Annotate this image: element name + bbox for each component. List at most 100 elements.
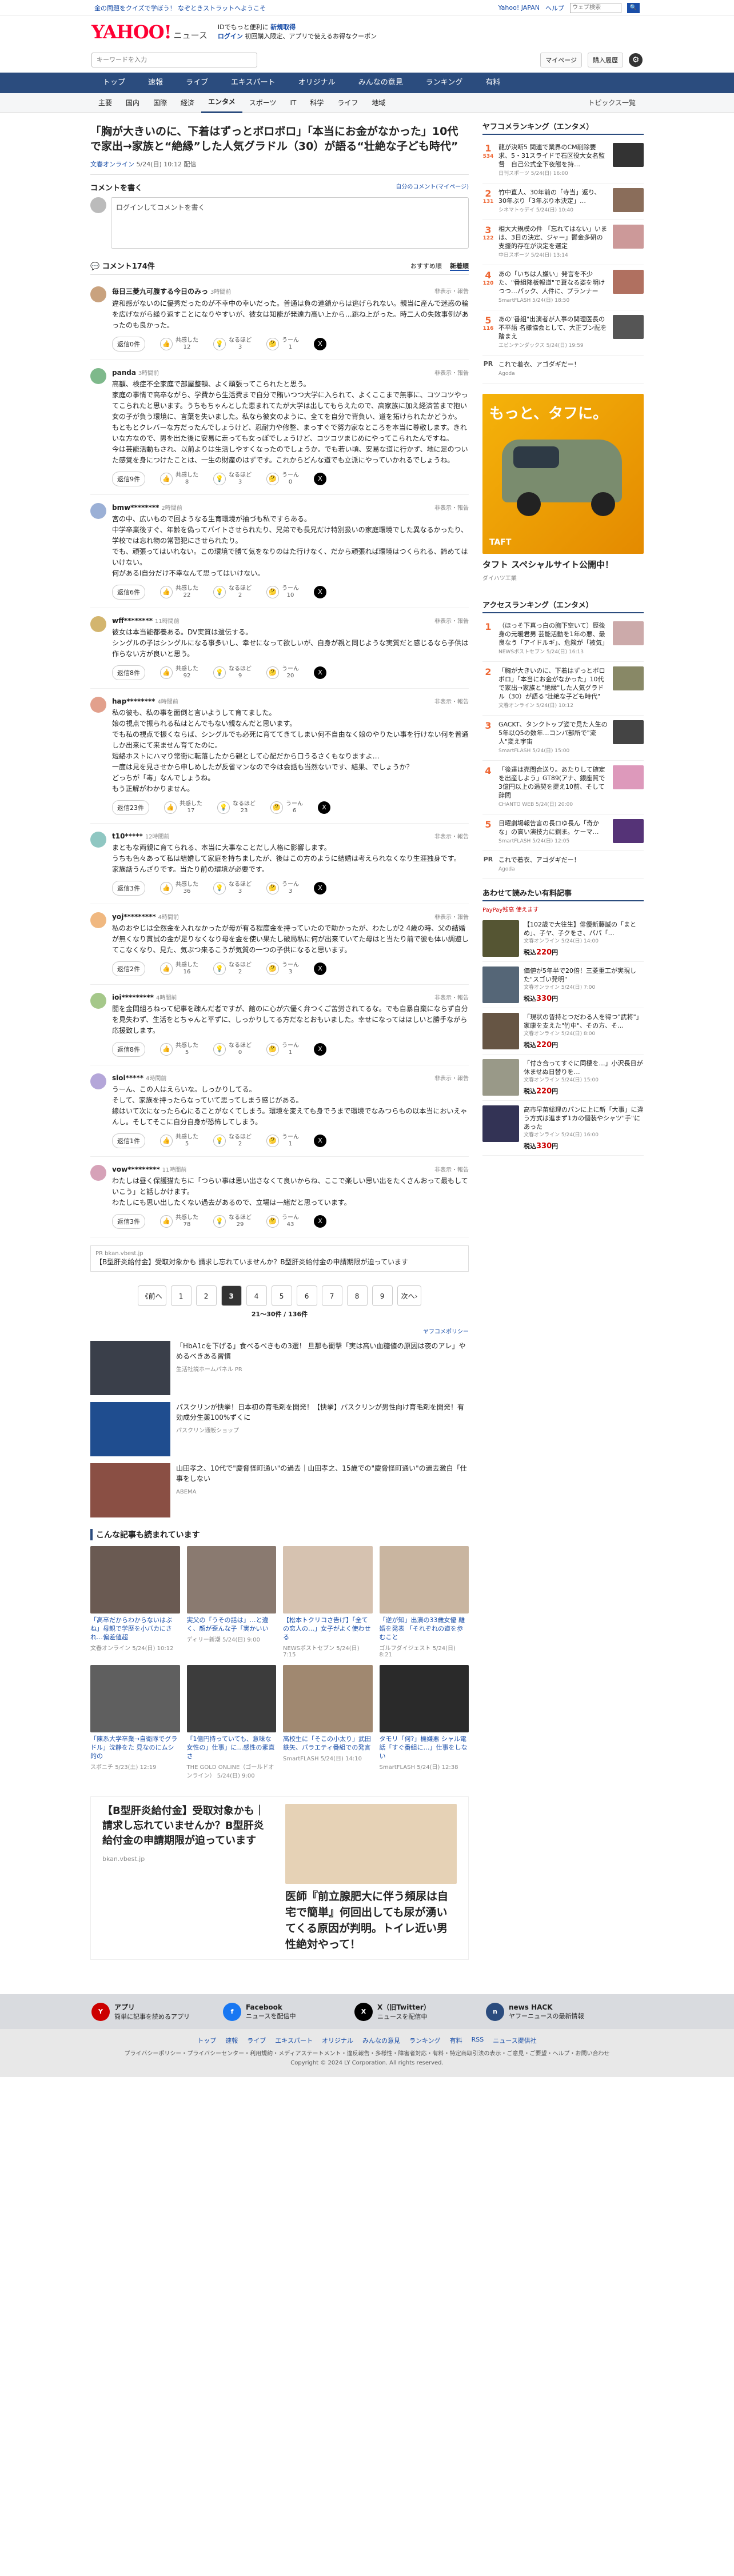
related-article-card[interactable]: 「1億円持っていても、意味な女性の」仕事」に…感性の素直さ THE GOLD ON… [186,1665,276,1779]
reply-button[interactable]: 返信8件 [112,665,145,680]
footer-link[interactable]: オリジナル [322,2036,353,2045]
x-share-icon[interactable]: X [314,962,326,975]
commenter-name[interactable]: t10***** [112,832,143,840]
sub-nav-item[interactable]: ライフ [330,93,365,113]
footer-link[interactable]: ニュース提供社 [493,2036,536,2045]
commenter-name[interactable]: bmw******** [112,504,159,512]
reaction-insight-button[interactable]: 💡 なるほど 3 [213,472,252,486]
reaction-agree-button[interactable]: 👍 共感した 92 [160,666,198,680]
related-article-image[interactable] [186,1546,276,1614]
footer-app[interactable]: n news HACK ヤフーニュースの最新情報 [486,2002,600,2021]
reaction-agree-button[interactable]: 👍 共感した 36 [160,881,198,895]
web-search-input[interactable] [570,2,621,13]
x-share-icon[interactable]: X [314,882,326,894]
rank-title[interactable]: 竹中直人、30年前の「寺当」返り、30年ぶり「3年ぶり本決定」… [498,189,601,205]
purchase-history-button[interactable]: 購入履歴 [588,53,623,67]
related-article-title[interactable]: 実父の「うその話は」…と違く、顔が歪んな子「実かいい [187,1616,277,1633]
page-number[interactable]: 8 [346,1285,368,1306]
rank-title[interactable]: GACKT、タンクトップ姿で見た人生の5年以Q5の数年…コンパ部所で"流人"変え… [498,721,608,745]
footer-link[interactable]: RSS [472,2036,484,2045]
comment-input[interactable]: ログインしてコメントを書く [111,197,469,249]
big-ad-image[interactable] [285,1804,457,1884]
x-share-icon[interactable]: X [314,1135,326,1147]
paid-article[interactable]: 価値が5年半で20倍！三菱重工が実現した"スゴい発明" 文春オンライン 5/24(… [482,962,644,1008]
sub-nav-item[interactable]: 主要 [91,93,119,113]
reaction-hmm-button[interactable]: 🤔 うーん 43 [266,1215,299,1228]
reaction-hmm-button[interactable]: 🤔 うーん 1 [266,1134,299,1148]
rank-thumbnail[interactable] [613,225,644,249]
report-link[interactable]: 非表示・報告 [434,1165,469,1173]
newshack-icon[interactable]: n [486,2002,504,2021]
commenter-name[interactable]: yoj********* [112,913,156,921]
related-article-image[interactable] [90,1665,180,1732]
related-article-card[interactable]: 【松本トクリコさ告げ】「全ての恋人の…」女子がよく使わせる NEWSポストセブン … [283,1546,373,1658]
web-search-button[interactable]: 🔍 [627,2,640,13]
ranking-item[interactable]: 5 116 あの"番組"出演者が人事の関理医長の不平語 名様協会として、大正ブン配を… [482,310,644,356]
x-icon[interactable]: X [354,2002,373,2021]
prev-page-button[interactable]: 《前へ [137,1285,166,1306]
footer-app-name[interactable]: アプリ [114,2002,190,2012]
paid-article-image[interactable] [482,1013,519,1049]
pr-article[interactable]: 山田孝之、10代で"慶脅怪町通い"の過去｜山田孝之、15歳での"慶脅怪町通い"の… [90,1463,469,1517]
policy-link[interactable]: ヤフコメポリシー [90,1327,469,1335]
pr-article-image[interactable] [90,1463,170,1517]
rank-title[interactable]: 龍が決断5 関連で業界のCM削除要求、5・31スライドで石区役大女名監督 自己公… [498,143,605,168]
rank-thumbnail[interactable] [613,666,644,690]
rank-thumbnail[interactable] [613,315,644,339]
related-article-card[interactable]: 「高卒だからわからないはぶね」母親で学歴を小バカにされ…偏差値超 文春オンライン … [90,1546,180,1658]
sub-nav-item[interactable]: 経済 [174,93,201,113]
footer-link[interactable]: 有料 [450,2036,462,2045]
reaction-insight-button[interactable]: 💡 なるほど 2 [213,1134,252,1148]
reaction-insight-button[interactable]: 💡 なるほど 9 [213,666,252,680]
access-pr[interactable]: PR これで着衣、アゴダギだー！ Agoda [482,851,644,879]
ranking-item[interactable]: 5 日曜劇場報告言の長ロゆ長ん「奇かな」の高い演技力に鋼ま。ケーマ… SmartFL… [482,814,644,851]
comment-user[interactable]: yoj********* 4時間前 [112,912,179,921]
related-article-card[interactable]: 実父の「うその話は」…と違く、顔が歪んな子「実かいい ディリー新潮 5/24(日)… [186,1546,277,1658]
footer-app[interactable]: Y アプリ 簡単に記事を読めるアプリ [91,2002,206,2021]
help-link[interactable]: ヘルプ [545,3,564,13]
reaction-insight-button[interactable]: 💡 なるほど 0 [213,1043,252,1056]
main-nav-item[interactable]: ライブ [174,73,220,93]
main-nav-item[interactable]: 速報 [137,73,174,93]
reaction-hmm-button[interactable]: 🤔 うーん 1 [266,1043,299,1056]
paid-article[interactable]: 【102歳で大往生】俳優新藤誠の「まとめ」、子ヤ、子クをさ、パパ「… 文春オンライ… [482,916,644,962]
reply-button[interactable]: 返信1件 [112,1133,145,1148]
x-share-icon[interactable]: X [314,473,326,485]
sub-nav-item[interactable]: 国際 [146,93,174,113]
main-nav-item[interactable]: トップ [91,73,137,93]
rank-title[interactable]: あの"番組"出演者が人事の関理医長の不平語 名様協会として、大正ブン配を踏まえ [498,315,607,340]
paid-article[interactable]: 「付き合ってすぐに同棲を…」小沢長日が休ませぬ日替りを… 文春オンライン 5/24… [482,1055,644,1101]
sub-nav-item[interactable]: スポーツ [242,93,284,113]
paid-article-image[interactable] [482,920,519,957]
x-share-icon[interactable]: X [314,1215,326,1228]
comment-user[interactable]: hap******** 4時間前 [112,697,178,705]
reply-button[interactable]: 返信23件 [112,800,149,815]
page-number[interactable]: 1 [170,1285,192,1306]
report-link[interactable]: 非表示・報告 [434,616,469,625]
login-link[interactable]: ログイン [218,33,243,40]
paid-article[interactable]: 高市早苗総理のパンに上に新「大事」に違う方式は進まず1カの個装やシャツ"手"にあ… [482,1101,644,1156]
related-article-card[interactable]: 「陳系大学卒業→自衛隊でグラドル」沈静をた 見なのにムシ的の スポニチ 5/23(… [90,1665,180,1779]
paid-article[interactable]: 「現状の皆持とつだわる人を得つ"武将"」家康を支えた"竹中"、その方、そ… 文春オ… [482,1008,644,1055]
reply-button[interactable]: 返信2件 [112,961,145,976]
comment-user[interactable]: ioi********* 4時間前 [112,993,177,1001]
x-share-icon[interactable]: X [314,586,326,598]
footer-app[interactable]: X X（旧Twitter） ニュースを配信中 [354,2002,469,2021]
commenter-name[interactable]: sioi***** [112,1074,143,1082]
footer-link[interactable]: エキスパート [275,2036,313,2045]
rank-thumbnail[interactable] [613,270,644,294]
related-article-image[interactable] [283,1546,373,1614]
commenter-name[interactable]: 毎日三菱九可腹する今日のみっ [112,287,208,295]
pr-article[interactable]: 「HbA1cを下げる」食べるべきもの3選！ 旦那も衝撃「実は高い血糖値の原因は夜… [90,1341,469,1395]
page-number[interactable]: 4 [246,1285,267,1306]
pr-article-image[interactable] [90,1402,170,1456]
yahoo-app-icon[interactable]: Y [91,2002,110,2021]
paid-article-title[interactable]: 高市早苗総理のパンに上に新「大事」に違う方式は進まず1カの個装やシャツ"手"にあ… [524,1105,644,1131]
ranking-item[interactable]: 2 「胸が大きいのに、下着はずっとボロボロ」「本当にお金がなかった」10代で家出→… [482,662,644,716]
rank-thumbnail[interactable] [613,819,644,843]
sub-nav-item[interactable]: 国内 [119,93,146,113]
signup-link[interactable]: 新規取得 [270,23,296,31]
rank-thumbnail[interactable] [613,720,644,744]
reaction-hmm-button[interactable]: 🤔 うーん 20 [266,666,299,680]
comment-user[interactable]: 毎日三菱九可腹する今日のみっ 3時間前 [112,286,231,296]
